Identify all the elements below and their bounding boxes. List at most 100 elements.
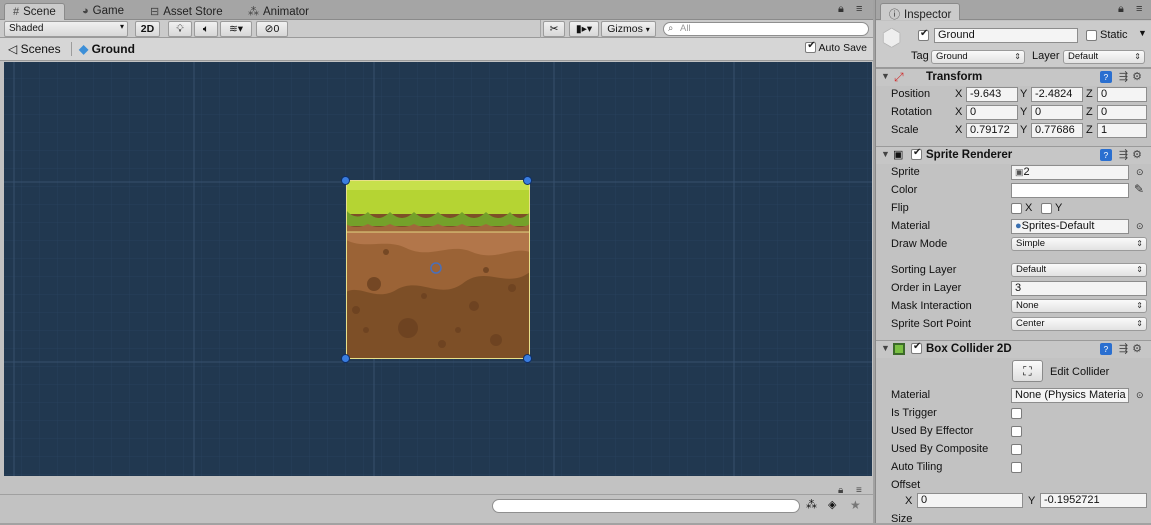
object-picker-icon[interactable]: ⊙ [1136,221,1144,232]
foldout-arrow-icon[interactable]: ▼ [881,343,890,353]
lock-icon[interactable]: 🔒︎ [838,485,843,496]
help-icon[interactable]: ? [1099,149,1112,161]
resize-handle-bottom-right[interactable] [523,354,532,363]
scale-y-field[interactable]: 0.77686 [1031,123,1083,138]
tab-scene[interactable]: # Scene [4,3,65,20]
breadcrumb-scenes[interactable]: ◁ Scenes [8,42,61,56]
eyedropper-icon[interactable]: ✎ [1134,182,1144,196]
sprite-sort-point-dropdown[interactable]: Center [1011,317,1147,331]
breadcrumb-ground[interactable]: ◆ Ground [79,42,135,56]
foldout-arrow-icon[interactable]: ▼ [881,71,890,81]
tab-inspector[interactable]: ⓘ Inspector [880,3,961,21]
preset-icon[interactable]: ⇶ [1119,71,1132,83]
gear-icon[interactable]: ⚙ [1132,343,1146,355]
tag-dropdown[interactable]: Ground [931,50,1025,64]
rotation-z-field[interactable]: 0 [1097,105,1147,120]
object-picker-icon[interactable]: ⊙ [1136,390,1144,401]
position-x-field[interactable]: -9.643 [966,87,1018,102]
transform-header[interactable]: ▼ ⤢ Transform ? ⇶⚙ [876,68,1151,86]
scale-x-field[interactable]: 0.79172 [966,123,1018,138]
prefab-cube-icon: ◆ [79,42,89,56]
panel-menu-icon[interactable]: ≡ [856,3,862,15]
position-z-field[interactable]: 0 [1097,87,1147,102]
sprite-renderer-header[interactable]: ▼ ▣ Sprite Renderer ? ⇶⚙ [876,146,1151,164]
collider-material-field[interactable]: None (Physics Materia [1011,388,1129,403]
box-collider-header[interactable]: ▼ Box Collider 2D ? ⇶⚙ [876,340,1151,358]
offset-y-field[interactable]: -0.1952721 [1040,493,1147,508]
position-label: Position [891,88,931,100]
lock-icon[interactable]: 🔒︎ [838,3,844,16]
help-icon[interactable]: ? [1099,343,1112,355]
camera-dropdown[interactable]: ▮▸▾ [569,21,599,37]
lighting-toggle[interactable]: 💡︎ [168,21,192,37]
project-search-input[interactable] [492,499,800,513]
used-by-composite-checkbox[interactable] [1011,444,1022,455]
effects-dropdown[interactable]: ≋▾ [220,21,252,37]
flip-y-checkbox[interactable] [1041,203,1052,214]
flip-x-checkbox[interactable] [1011,203,1022,214]
order-in-layer-field[interactable]: 3 [1011,281,1147,296]
sprite-renderer-enabled-checkbox[interactable] [911,147,922,160]
breadcrumb: ◁ Scenes ◆ Ground Auto Save [0,38,873,61]
box-collider-icon [893,343,905,355]
auto-tiling-checkbox[interactable] [1011,462,1022,473]
lock-icon[interactable]: 🔒︎ [1118,3,1124,16]
material-sphere-icon: ● [1015,220,1022,232]
gear-icon[interactable]: ⚙ [1132,149,1146,161]
resize-handle-top-right[interactable] [523,176,532,185]
foldout-arrow-icon[interactable]: ▼ [881,149,890,159]
edit-collider-label: Edit Collider [1050,366,1110,378]
scene-tabbar: # Scene ◕ Game ⊟ Asset Store ⁂ Animator 🔒︎ ≡ [0,0,873,20]
help-icon[interactable]: ? [1099,71,1112,83]
ground-sprite[interactable] [346,180,530,359]
2d-toggle[interactable]: 2D [135,21,160,37]
tag-label: Tag [911,50,929,62]
auto-save-toggle[interactable]: Auto Save [805,40,867,54]
hidden-objects-toggle[interactable]: ⊘0 [256,21,288,37]
preset-icon[interactable]: ⇶ [1119,343,1132,355]
gear-icon[interactable]: ⚙ [1132,71,1146,83]
star-icon[interactable]: ★ [850,498,861,512]
color-swatch[interactable] [1011,183,1129,198]
active-checkbox[interactable] [918,28,929,41]
position-y-field[interactable]: -2.4824 [1031,87,1083,102]
scale-z-field[interactable]: 1 [1097,123,1147,138]
panel-menu-icon[interactable]: ≡ [1136,3,1142,15]
used-by-composite-label: Used By Composite [891,443,989,455]
chevron-down-icon[interactable]: ▼ [1138,28,1147,38]
used-by-effector-checkbox[interactable] [1011,426,1022,437]
z-label: Z [1086,106,1093,118]
object-picker-icon[interactable]: ⊙ [1136,167,1144,178]
tab-animator[interactable]: ⁂ Animator [240,3,317,20]
gizmos-dropdown[interactable]: Gizmos ▾ [601,21,656,37]
tools-button[interactable]: ✂ [543,21,565,37]
rotation-y-field[interactable]: 0 [1031,105,1083,120]
preset-icon[interactable]: ⇶ [1119,149,1132,161]
rotation-x-field[interactable]: 0 [966,105,1018,120]
is-trigger-checkbox[interactable] [1011,408,1022,419]
resize-handle-top-left[interactable] [341,176,350,185]
x-label: X [955,124,963,136]
filter-by-label-icon[interactable]: ◈ [828,498,836,511]
scene-viewport[interactable] [4,62,872,476]
static-checkbox[interactable] [1086,30,1097,41]
shading-mode-dropdown[interactable]: Shaded ▾ [4,21,128,37]
sorting-layer-dropdown[interactable]: Default [1011,263,1147,277]
object-name-field[interactable]: Ground [934,28,1078,43]
scene-search-input[interactable]: ⌕ All [663,22,869,36]
material-field[interactable]: ●Sprites-Default [1011,219,1129,234]
edit-collider-button[interactable]: ⛶ [1012,360,1043,382]
panel-menu-icon[interactable]: ≡ [856,485,862,496]
draw-mode-dropdown[interactable]: Simple [1011,237,1147,251]
layer-dropdown[interactable]: Default [1063,50,1145,64]
filter-by-type-icon[interactable]: ⁂ [806,498,817,511]
audio-toggle[interactable]: 🔈︎ [194,21,218,37]
resize-handle-bottom-left[interactable] [341,354,350,363]
auto-save-checkbox[interactable] [805,40,817,53]
tab-game[interactable]: ◕ Game [74,3,132,20]
sprite-field[interactable]: ▣2 [1011,165,1129,180]
tab-asset-store[interactable]: ⊟ Asset Store [142,3,231,20]
offset-x-field[interactable]: 0 [917,493,1023,508]
box-collider-enabled-checkbox[interactable] [911,341,922,354]
mask-interaction-dropdown[interactable]: None [1011,299,1147,313]
